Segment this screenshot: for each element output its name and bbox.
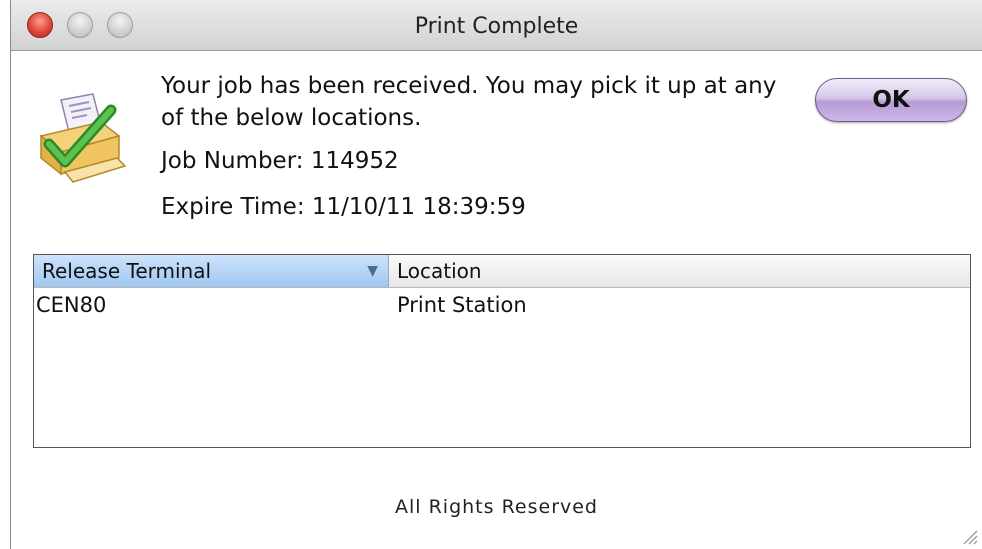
table-cell-release-terminal: CEN80 bbox=[36, 293, 107, 317]
column-header-label: Release Terminal bbox=[42, 259, 212, 283]
expire-time: Expire Time: 11/10/11 18:39:59 bbox=[161, 194, 526, 220]
print-complete-window: Print Complete Your job has been receive… bbox=[10, 0, 982, 549]
printer-checkmark-icon bbox=[39, 93, 127, 183]
column-header-release-terminal[interactable]: Release Terminal ▼ bbox=[34, 255, 389, 287]
table-cell-location: Print Station bbox=[397, 293, 527, 317]
footer-text: All Rights Reserved bbox=[395, 496, 598, 518]
column-header-label: Location bbox=[397, 259, 482, 283]
window-title: Print Complete bbox=[414, 14, 579, 39]
title-bar[interactable]: Print Complete bbox=[11, 0, 982, 51]
release-terminal-table: Release Terminal ▼ Location CEN80 Print … bbox=[33, 254, 971, 448]
resize-grip-icon[interactable] bbox=[960, 527, 978, 545]
job-number: Job Number: 114952 bbox=[161, 148, 399, 174]
ok-button[interactable]: OK bbox=[815, 78, 967, 122]
sort-descending-icon: ▼ bbox=[367, 263, 378, 279]
table-header: Release Terminal ▼ Location bbox=[34, 255, 970, 288]
dialog-message: Your job has been received. You may pick… bbox=[161, 73, 777, 131]
column-header-location[interactable]: Location bbox=[389, 255, 970, 287]
table-body: CEN80 Print Station bbox=[34, 288, 970, 322]
table-row[interactable]: CEN80 Print Station bbox=[34, 288, 970, 322]
